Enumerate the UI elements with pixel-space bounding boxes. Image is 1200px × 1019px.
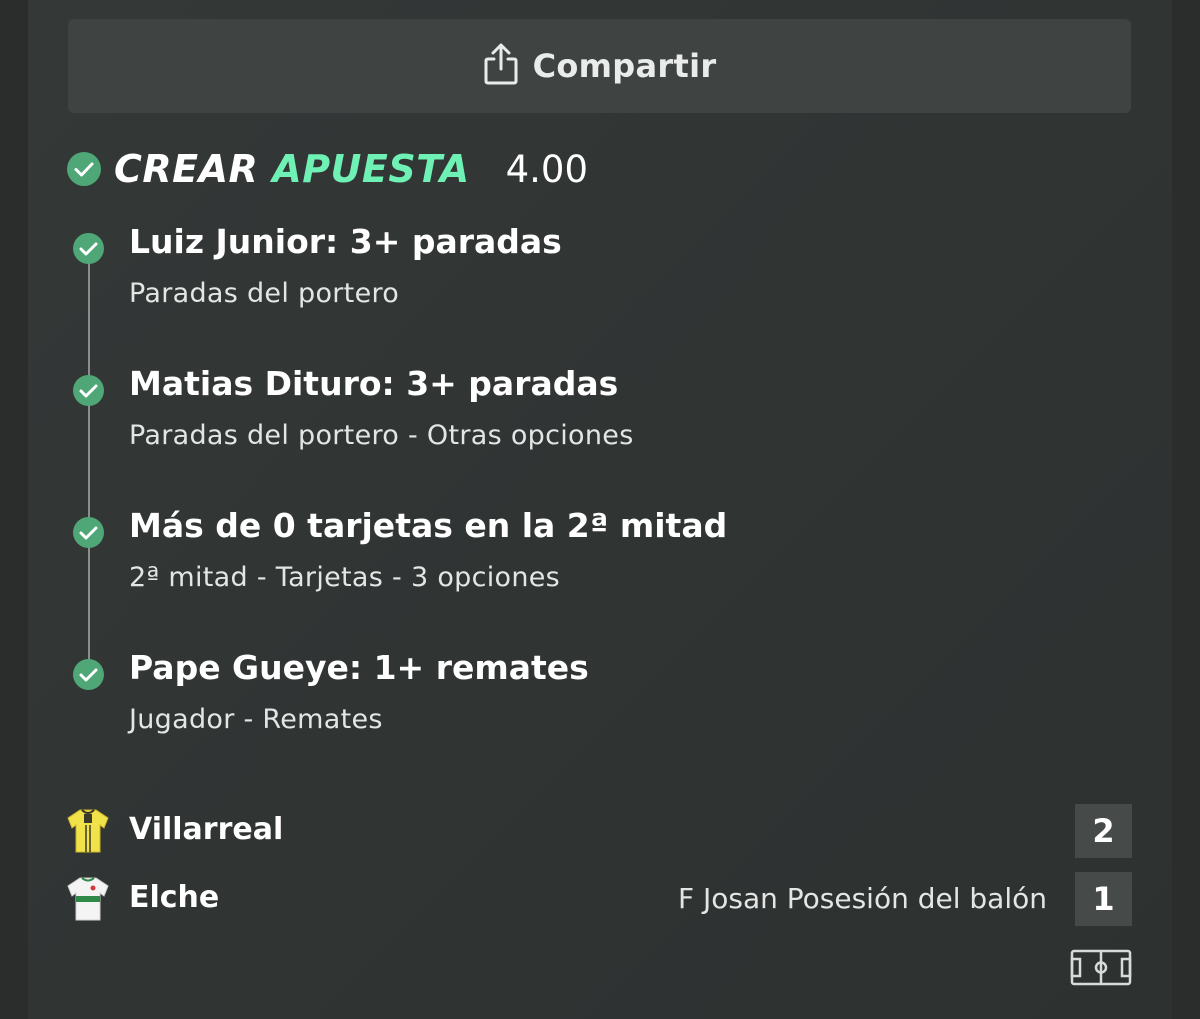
bet-leg-title: Matias Dituro: 3+ paradas bbox=[129, 364, 619, 403]
check-circle-icon bbox=[73, 517, 104, 548]
bet-leg-title: Pape Gueye: 1+ remates bbox=[129, 648, 589, 687]
bet-leg-subtitle: Jugador - Remates bbox=[129, 704, 383, 735]
share-button-label: Compartir bbox=[532, 47, 717, 85]
check-circle-icon bbox=[73, 375, 104, 406]
check-circle-icon bbox=[67, 152, 101, 186]
match-event: F Josan Posesión del balón bbox=[677, 882, 1047, 915]
bet-leg-subtitle: Paradas del portero bbox=[129, 278, 400, 309]
timeline-line bbox=[88, 250, 90, 674]
team-name: Elche bbox=[129, 880, 220, 915]
bet-leg-subtitle: 2ª mitad - Tarjetas - 3 opciones bbox=[129, 562, 561, 593]
team-score: 2 bbox=[1075, 804, 1132, 858]
team-row-home: Villarreal 2 bbox=[66, 804, 1132, 858]
team-score: 1 bbox=[1075, 872, 1132, 926]
bet-title-apuesta: APUESTA bbox=[272, 147, 470, 191]
team-name: Villarreal bbox=[129, 812, 284, 847]
bet-title-crear: CREAR bbox=[114, 147, 259, 191]
villarreal-kit-icon bbox=[67, 809, 109, 853]
share-icon bbox=[484, 43, 518, 85]
elche-kit-icon bbox=[67, 877, 109, 921]
check-circle-icon bbox=[73, 233, 104, 264]
pitch-icon[interactable] bbox=[1070, 949, 1132, 986]
bet-builder-header: CREAR APUESTA 4.00 bbox=[66, 145, 588, 193]
bet-leg-title: Más de 0 tarjetas en la 2ª mitad bbox=[129, 506, 728, 545]
bet-odds: 4.00 bbox=[505, 147, 588, 191]
bet-leg-title: Luiz Junior: 3+ paradas bbox=[129, 222, 562, 261]
team-row-away: Elche F Josan Posesión del balón 1 bbox=[66, 872, 1132, 926]
check-circle-icon bbox=[73, 659, 104, 690]
bet-leg-subtitle: Paradas del portero - Otras opciones bbox=[129, 420, 634, 451]
share-button[interactable]: Compartir bbox=[68, 19, 1131, 113]
